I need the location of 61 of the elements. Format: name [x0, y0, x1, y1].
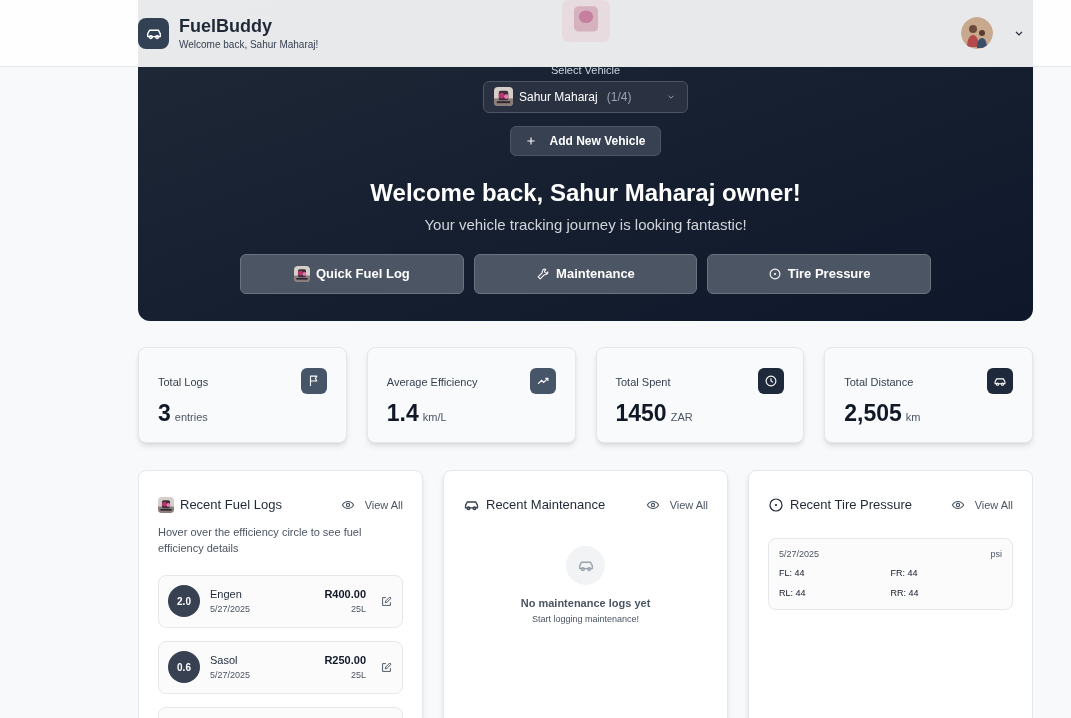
avatar[interactable] — [961, 17, 993, 49]
log-date: 5/27/2025 — [210, 668, 252, 682]
stat-value: 1450 — [615, 399, 667, 428]
welcome-subtitle: Your vehicle tracking journey is looking fantastic! — [424, 214, 747, 235]
stat-unit: ZAR — [670, 410, 693, 425]
stat-label: Total Distance — [844, 375, 914, 390]
view-all-link[interactable]: View All — [340, 496, 403, 513]
car-icon — [987, 368, 1013, 394]
tire-value: FR: 44 — [890, 567, 919, 580]
car-icon — [566, 545, 605, 585]
log-volume: 25L — [350, 668, 366, 682]
log-amount: R250.00 — [324, 653, 366, 668]
clock-icon — [758, 368, 785, 394]
reading-unit: psi — [990, 547, 1002, 561]
panel-title: Recent Fuel Logs — [180, 496, 282, 514]
efficiency-badge[interactable]: 2.0 — [168, 585, 200, 617]
log-volume: 25L — [350, 602, 366, 616]
stat-value: 3 — [158, 399, 171, 428]
stat-label: Total Logs — [158, 375, 209, 390]
stat-unit: entries — [174, 410, 208, 425]
fuel-log-card[interactable]: 0.6 Sasol 5/27/2025 R250.00 25L — [158, 640, 403, 694]
tire-value: RL: 44 — [779, 586, 807, 600]
panel-title: Recent Tire Pressure — [790, 496, 913, 514]
app-name: FuelBuddy — [179, 14, 273, 37]
panel-title: Recent Maintenance — [486, 496, 606, 514]
stat-label: Average Efficiency — [386, 375, 478, 390]
quick-action-button[interactable]: Quick Fuel Log — [240, 254, 464, 294]
stat-label: Total Spent — [615, 375, 671, 390]
wrench-icon — [536, 267, 551, 281]
stat-unit: km/L — [422, 410, 447, 425]
view-all-link[interactable]: View All — [950, 496, 1013, 513]
plus-icon — [525, 134, 538, 147]
efficiency-badge[interactable]: 0.6 — [168, 651, 200, 683]
empty-state-hint: Start logging maintenance! — [531, 613, 640, 626]
tire-value: RR: 44 — [890, 586, 920, 600]
tire-value: FL: 44 — [779, 567, 806, 580]
quick-action-button[interactable]: Tire Pressure — [707, 254, 931, 294]
log-date: 5/27/2025 — [210, 602, 252, 616]
stat-unit: km — [905, 410, 921, 425]
header-subtitle: Welcome back, Sahur Maharaj! — [179, 37, 319, 52]
stat-value: 2,505 — [844, 399, 902, 428]
view-all-link[interactable]: View All — [645, 496, 708, 513]
flag-icon — [300, 368, 327, 394]
welcome-heading: Welcome back, Sahur Maharaj owner! — [370, 177, 801, 208]
empty-state-title: No maintenance logs yet — [520, 595, 651, 611]
trending-up-icon — [529, 368, 556, 394]
edit-icon[interactable] — [380, 594, 393, 608]
target-icon — [768, 496, 784, 513]
edit-icon[interactable] — [380, 660, 393, 674]
fuel-log-card[interactable]: 2.0 Engen 5/27/2025 R400.00 25L — [158, 574, 403, 628]
add-vehicle-button[interactable]: Add New Vehicle — [510, 125, 661, 156]
target-icon — [767, 267, 782, 281]
stat-value: 1.4 — [386, 399, 419, 428]
log-amount: R400.00 — [324, 587, 366, 602]
station-name: Engen — [210, 587, 243, 602]
vehicle-select[interactable]: Sahur Maharaj (1/4) — [483, 80, 688, 113]
station-name: Sasol — [210, 653, 239, 668]
reading-date: 5/27/2025 — [779, 547, 820, 561]
hint-text: Hover over the efficiency circle to see fuel efficiency details — [158, 524, 363, 556]
quick-action-button[interactable]: Maintenance — [473, 254, 698, 294]
car-icon — [138, 17, 169, 49]
